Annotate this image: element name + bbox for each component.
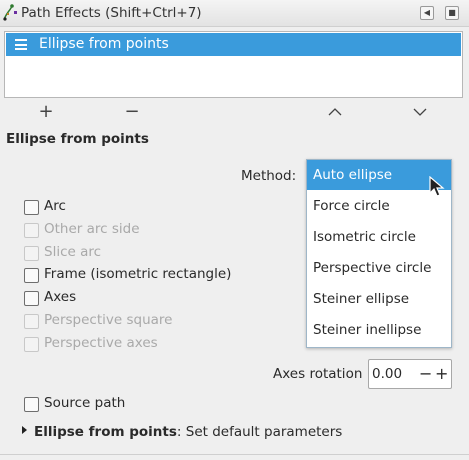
axes-rotation-spinbox[interactable]: 0.00 − + xyxy=(368,359,452,389)
close-icon[interactable]: ■ xyxy=(445,6,459,20)
effect-title: Ellipse from points xyxy=(6,131,149,147)
mouse-pointer-icon xyxy=(429,176,445,197)
perspective-square-checkbox[interactable] xyxy=(24,314,39,329)
source-path-label: Source path xyxy=(44,395,126,411)
perspective-axes-checkbox[interactable] xyxy=(24,337,39,352)
chevron-down-icon xyxy=(413,108,427,116)
path-effects-icon xyxy=(3,4,17,21)
perspective-axes-label: Perspective axes xyxy=(44,335,158,351)
other-arc-side-checkbox[interactable] xyxy=(24,223,39,238)
expander-arrow-icon[interactable] xyxy=(22,426,27,434)
arc-checkbox[interactable] xyxy=(24,200,39,215)
move-up-button[interactable] xyxy=(324,101,346,123)
axes-checkbox[interactable] xyxy=(24,291,39,306)
effects-list: Ellipse from points xyxy=(4,31,463,98)
triangle-left-icon[interactable]: ◀ xyxy=(420,6,434,20)
chevron-up-icon xyxy=(328,108,342,116)
title-bar: Path Effects (Shift+Ctrl+7) ◀ ■ xyxy=(0,0,469,27)
decrement-button[interactable]: − xyxy=(419,363,432,385)
method-option[interactable]: Steiner inellipse xyxy=(307,315,451,345)
arc-label: Arc xyxy=(44,198,66,214)
remove-effect-button[interactable]: − xyxy=(121,101,143,123)
perspective-square-label: Perspective square xyxy=(44,312,173,328)
method-option[interactable]: Perspective circle xyxy=(307,253,451,283)
hamburger-icon[interactable] xyxy=(15,39,27,50)
other-arc-side-label: Other arc side xyxy=(44,221,140,237)
default-parameters-expander[interactable]: Ellipse from points: Set default paramet… xyxy=(34,424,342,440)
axes-rotation-label: Axes rotation xyxy=(273,366,363,382)
list-item[interactable]: Ellipse from points xyxy=(6,33,461,56)
add-effect-button[interactable]: + xyxy=(35,101,57,123)
axes-label: Axes xyxy=(44,289,77,305)
frame-checkbox[interactable] xyxy=(24,268,39,283)
effect-item-label: Ellipse from points xyxy=(39,36,169,52)
expander-suffix: : Set default parameters xyxy=(176,424,343,440)
method-label: Method: xyxy=(241,168,297,184)
move-down-button[interactable] xyxy=(409,101,431,123)
slice-arc-label: Slice arc xyxy=(44,244,102,260)
method-option[interactable]: Isometric circle xyxy=(307,222,451,252)
frame-label: Frame (isometric rectangle) xyxy=(44,266,232,282)
slice-arc-checkbox[interactable] xyxy=(24,246,39,261)
divider xyxy=(0,454,469,455)
source-path-checkbox[interactable] xyxy=(24,397,39,412)
increment-button[interactable]: + xyxy=(435,363,448,385)
method-option[interactable]: Steiner ellipse xyxy=(307,284,451,314)
expander-effect-name: Ellipse from points xyxy=(34,424,177,440)
window-title: Path Effects (Shift+Ctrl+7) xyxy=(21,5,202,21)
axes-rotation-value[interactable]: 0.00 xyxy=(372,366,402,382)
